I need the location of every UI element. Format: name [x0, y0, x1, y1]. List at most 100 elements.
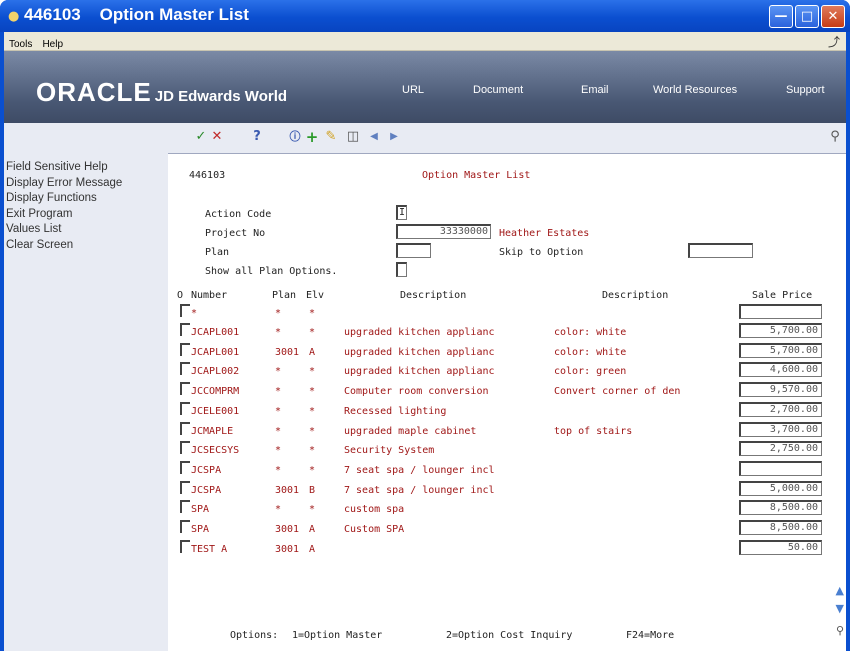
- row-sale-price: 5,700.00: [769, 344, 818, 356]
- title-bar[interactable]: ● 446103 Option Master List — □ ✕: [0, 0, 850, 32]
- row-option-checkbox[interactable]: [180, 421, 190, 435]
- close-button[interactable]: ✕: [821, 5, 845, 28]
- row-sale-price: 3,700.00: [769, 423, 818, 435]
- sidebar-item-display-functions[interactable]: Display Functions: [4, 191, 168, 207]
- filter-number[interactable]: *: [191, 308, 197, 320]
- row-option-checkbox[interactable]: [180, 460, 190, 474]
- info-icon[interactable]: ⓘ: [288, 130, 302, 144]
- row-sale-price-input[interactable]: [739, 460, 822, 476]
- menu-tools[interactable]: Tools: [9, 39, 32, 50]
- banner-link-document[interactable]: Document: [473, 84, 523, 96]
- row-sale-price-input[interactable]: 5,700.00: [739, 342, 822, 358]
- filter-row-checkbox[interactable]: [180, 304, 190, 317]
- row-sale-price: 8,500.00: [769, 522, 818, 533]
- row-description2: color: white: [554, 327, 627, 338]
- row-option-checkbox[interactable]: [180, 539, 190, 553]
- add-icon[interactable]: +: [305, 130, 319, 145]
- row-sale-price-input[interactable]: 9,570.00: [739, 382, 822, 398]
- row-description2: color: green: [554, 366, 627, 378]
- row-sale-price: 9,570.00: [769, 384, 818, 396]
- banner-link-support[interactable]: Support: [786, 84, 825, 96]
- row-sale-price: 2,750.00: [769, 443, 818, 455]
- application-window: ● 446103 Option Master List — □ ✕ Tools …: [0, 0, 850, 652]
- row-elv: B: [309, 484, 316, 496]
- program-id: 446103: [189, 170, 226, 181]
- row-sale-price-input[interactable]: 50.00: [739, 539, 822, 555]
- row-sale-price-input[interactable]: 5,700.00: [739, 323, 822, 338]
- minimize-button[interactable]: —: [769, 5, 793, 28]
- project-no-input[interactable]: 33330000: [396, 224, 491, 239]
- row-sale-price: 4,600.00: [769, 364, 818, 376]
- row-option-checkbox[interactable]: [180, 520, 190, 533]
- row-option-checkbox[interactable]: [180, 362, 190, 376]
- scroll-up-icon[interactable]: ▲: [836, 584, 844, 597]
- edit-icon[interactable]: ✎: [324, 130, 338, 144]
- row-plan: 3001: [275, 543, 300, 555]
- check-icon[interactable]: ✓: [194, 130, 208, 144]
- row-elv: *: [309, 405, 316, 417]
- row-option-checkbox[interactable]: [180, 382, 190, 396]
- row-number: JCCOMPRM: [191, 386, 240, 398]
- search-icon[interactable]: ⚲: [828, 130, 842, 144]
- next-page-icon[interactable]: ▶: [387, 130, 401, 144]
- filter-sale-price-input[interactable]: [739, 304, 822, 319]
- filter-plan[interactable]: *: [275, 308, 281, 320]
- row-elv: A: [309, 524, 316, 535]
- plan-input[interactable]: [396, 243, 431, 258]
- footer-option-1: 1=Option Master: [292, 630, 383, 641]
- row-sale-price-input[interactable]: 5,000.00: [739, 480, 822, 496]
- col-header-o: O: [177, 290, 184, 301]
- row-option-checkbox[interactable]: [180, 500, 190, 514]
- oracle-logo: ORACLE JD Edwards World: [36, 77, 288, 107]
- cancel-icon[interactable]: ✕: [210, 130, 224, 144]
- row-number: JCAPL001: [191, 327, 240, 338]
- maximize-button[interactable]: □: [795, 5, 819, 28]
- menu-help[interactable]: Help: [42, 39, 63, 50]
- footer-options-label: Options:: [230, 630, 279, 641]
- row-option-checkbox[interactable]: [180, 323, 190, 336]
- delete-icon[interactable]: ◫: [346, 130, 360, 144]
- row-plan: *: [275, 366, 282, 378]
- show-all-input[interactable]: [396, 262, 407, 277]
- banner-link-email[interactable]: Email: [581, 84, 609, 96]
- scroll-down-icon[interactable]: ▼: [836, 602, 844, 615]
- prev-page-icon[interactable]: ◀: [367, 130, 381, 144]
- action-code-input[interactable]: I: [396, 205, 407, 220]
- row-number: JCSPA: [191, 464, 222, 476]
- app-icon: ●: [8, 9, 20, 24]
- row-sale-price-input[interactable]: 8,500.00: [739, 520, 822, 535]
- row-option-checkbox[interactable]: [180, 342, 190, 356]
- help-icon[interactable]: ?: [250, 130, 264, 144]
- row-sale-price-input[interactable]: 8,500.00: [739, 500, 822, 516]
- row-plan: 3001: [275, 484, 300, 496]
- row-sale-price-input[interactable]: 2,750.00: [739, 441, 822, 457]
- row-description: upgraded kitchen applianc: [344, 327, 495, 338]
- row-option-checkbox[interactable]: [180, 401, 190, 415]
- filter-elv[interactable]: *: [309, 308, 315, 320]
- row-option-checkbox[interactable]: [180, 441, 190, 455]
- footer-option-more: F24=More: [626, 630, 675, 641]
- row-sale-price-input[interactable]: 3,700.00: [739, 421, 822, 437]
- banner-link-world-resources[interactable]: World Resources: [653, 84, 737, 96]
- sidebar-item-display-error-message[interactable]: Display Error Message: [4, 176, 168, 192]
- row-option-checkbox[interactable]: [180, 480, 190, 494]
- magnifier-icon[interactable]: ⚲: [836, 624, 844, 637]
- row-plan: *: [275, 327, 282, 338]
- sidebar-item-clear-screen[interactable]: Clear Screen: [4, 238, 168, 254]
- toolbar: ✓ ✕ ? ⓘ + ✎ ◫ ◀ ▶ ⚲: [168, 123, 846, 153]
- col-header-plan: Plan: [272, 290, 297, 301]
- sidebar-item-exit-program[interactable]: Exit Program: [4, 207, 168, 223]
- function-sidebar: Field Sensitive Help Display Error Messa…: [4, 123, 168, 651]
- sidebar-item-field-sensitive-help[interactable]: Field Sensitive Help: [4, 160, 168, 176]
- row-number: JCSECSYS: [191, 445, 240, 457]
- row-plan: *: [275, 445, 282, 457]
- row-elv: *: [309, 504, 316, 516]
- sidebar-item-values-list[interactable]: Values List: [4, 222, 168, 238]
- label-show-all: Show all Plan Options.: [205, 266, 338, 277]
- row-sale-price: 50.00: [787, 541, 818, 553]
- row-sale-price-input[interactable]: 4,600.00: [739, 362, 822, 378]
- skip-to-option-input[interactable]: [688, 243, 753, 258]
- row-number: JCSPA: [191, 484, 222, 496]
- banner-link-url[interactable]: URL: [402, 84, 424, 96]
- row-sale-price-input[interactable]: 2,700.00: [739, 401, 822, 417]
